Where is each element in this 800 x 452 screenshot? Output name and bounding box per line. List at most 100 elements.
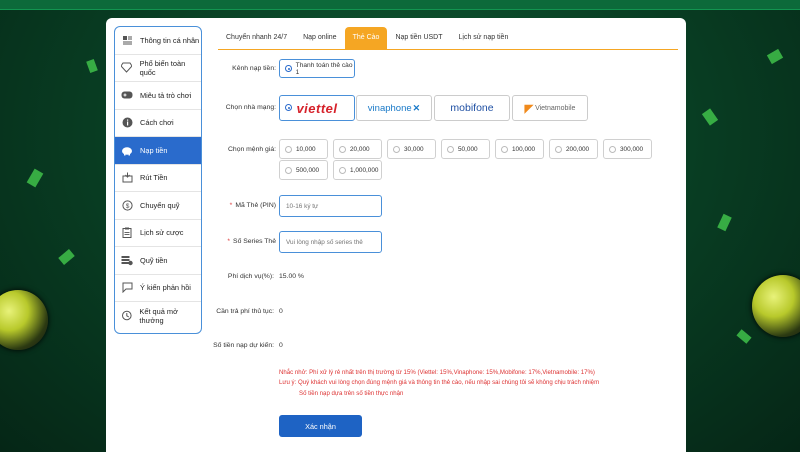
- sidebar-item-popular[interactable]: Phổ biến toàn quốc: [115, 55, 201, 82]
- amount-value: 300,000: [620, 145, 644, 153]
- sidebar-item-label: Cách chơi: [140, 118, 174, 128]
- sidebar-item-label: Thông tin cá nhân: [140, 35, 200, 45]
- radio-icon: [447, 145, 454, 153]
- sidebar-item-fund[interactable]: Quỹ tiền: [115, 247, 201, 275]
- sidebar-item-how-to-play[interactable]: Cách chơi: [115, 110, 201, 137]
- vietnamobile-mark-icon: ◤: [524, 102, 534, 115]
- amount-option[interactable]: 500,000: [279, 160, 328, 180]
- top-bar: [0, 0, 800, 10]
- sidebar-item-label: Rút Tiền: [140, 173, 168, 183]
- amount-value: 1,000,000: [350, 166, 379, 174]
- network-option-vinaphone[interactable]: vinaphone ✕: [356, 95, 432, 121]
- ball-decoration: [752, 275, 800, 337]
- required-mark: *: [229, 202, 233, 209]
- sidebar-item-label: Chuyển quỹ: [140, 200, 180, 210]
- viettel-logo: viettel: [296, 100, 338, 116]
- pin-label-text: Mã Thẻ (PIN): [235, 202, 276, 209]
- amount-value: 500,000: [296, 166, 320, 174]
- amount-value: 200,000: [566, 145, 590, 153]
- confetti-decoration: [736, 329, 752, 344]
- tab-scratch-card[interactable]: Thẻ Cào: [344, 27, 388, 49]
- deposit-tabs: Chuyển nhanh 24/7 Nạp online Thẻ Cào Nạp…: [218, 27, 516, 49]
- serial-label-text: Số Series Thẻ: [233, 238, 276, 245]
- sidebar-item-results[interactable]: Kết quả mở thưởng: [115, 302, 201, 330]
- vinaphone-signal-icon: ✕: [412, 102, 421, 113]
- sidebar-item-label: Kết quả mở thưởng: [139, 306, 178, 325]
- tab-underline: [218, 49, 678, 50]
- amount-option[interactable]: 50,000: [441, 139, 490, 159]
- radio-icon: [285, 145, 292, 153]
- confetti-decoration: [86, 58, 98, 74]
- piggy-bank-icon: [121, 144, 133, 156]
- sidebar-item-profile[interactable]: Thông tin cá nhân: [115, 27, 201, 55]
- amount-option[interactable]: 30,000: [387, 139, 436, 159]
- network-option-mobifone[interactable]: mobifone: [434, 95, 510, 121]
- channel-label: Kênh nạp tiền:: [232, 65, 276, 72]
- radio-selected-icon: [285, 104, 292, 111]
- tab-usdt-deposit[interactable]: Nạp tiền USDT: [387, 27, 450, 49]
- pin-input[interactable]: [279, 195, 382, 217]
- expected-amount-value: 0: [279, 342, 283, 349]
- deposit-notes: Nhắc nhở: Phí xử lý rẻ nhất trên thị trư…: [279, 368, 599, 399]
- amount-value: 100,000: [512, 145, 536, 153]
- network-option-vietnamobile[interactable]: ◤ Vietnamobile: [512, 95, 588, 121]
- history-icon: [121, 310, 132, 322]
- radio-selected-icon: [285, 65, 292, 72]
- confetti-decoration: [701, 108, 719, 126]
- svg-text:$: $: [125, 203, 129, 210]
- tab-fast-transfer[interactable]: Chuyển nhanh 24/7: [218, 27, 295, 49]
- amount-value: 50,000: [458, 145, 478, 153]
- radio-icon: [609, 145, 616, 153]
- amount-option[interactable]: 300,000: [603, 139, 652, 159]
- ball-decoration: [0, 290, 48, 350]
- vinaphone-logo: vinaphone: [367, 102, 412, 114]
- confirm-button[interactable]: Xác nhận: [279, 415, 362, 437]
- radio-icon: [285, 166, 292, 174]
- serial-label: * Số Series Thẻ: [210, 238, 276, 245]
- expected-amount-label: Số tiền nạp dự kiến:: [213, 342, 274, 349]
- serial-input[interactable]: [279, 231, 382, 253]
- network-option-viettel[interactable]: viettel: [279, 95, 355, 121]
- sidebar-item-transfer[interactable]: $ Chuyển quỹ: [115, 192, 201, 220]
- handling-fee-value: 0: [279, 308, 283, 315]
- network-label: Chọn nhà mạng:: [225, 104, 276, 111]
- sidebar-item-label: Quỹ tiền: [140, 255, 168, 265]
- sidebar-item-bet-history[interactable]: Lịch sử cược: [115, 220, 201, 247]
- feedback-icon: [121, 282, 133, 294]
- coin-icon: $: [121, 199, 133, 211]
- note-reminder: Nhắc nhở: Phí xử lý rẻ nhất trên thị trư…: [279, 369, 595, 376]
- sidebar-item-label: Phổ biến toàn quốc: [139, 58, 186, 77]
- tab-deposit-history[interactable]: Lịch sử nạp tiền: [451, 27, 517, 49]
- amount-option[interactable]: 100,000: [495, 139, 544, 159]
- amount-value: 20,000: [350, 145, 370, 153]
- sidebar-item-withdraw[interactable]: Rút Tiền: [115, 165, 201, 192]
- vietnamobile-logo: Vietnamobile: [535, 104, 576, 112]
- mobifone-logo: mobifone: [450, 102, 494, 114]
- fee-value: 15.00 %: [279, 273, 304, 280]
- amount-value: 10,000: [296, 145, 316, 153]
- clipboard-icon: [121, 227, 133, 239]
- amount-option[interactable]: 20,000: [333, 139, 382, 159]
- sidebar-item-label: Ý kiến phản hồi: [140, 283, 191, 293]
- confetti-decoration: [26, 168, 44, 188]
- money-stack-icon: [121, 254, 133, 266]
- handling-fee-label: Cần trả phí thủ tục:: [216, 308, 274, 315]
- sidebar-item-game-description[interactable]: Miêu tả trò chơi: [115, 82, 201, 110]
- amount-option[interactable]: 1,000,000: [333, 160, 382, 180]
- radio-icon: [339, 166, 346, 174]
- radio-icon: [339, 145, 346, 153]
- radio-icon: [501, 145, 508, 153]
- tab-online-deposit[interactable]: Nạp online: [295, 27, 344, 49]
- amount-option[interactable]: 10,000: [279, 139, 328, 159]
- channel-option[interactable]: Thanh toán thẻ cào 1: [279, 59, 355, 78]
- note-amount: Số tiền nạp dựa trên số tiền thực nhận: [299, 389, 404, 397]
- sidebar-item-deposit[interactable]: Nạp tiền: [115, 137, 201, 165]
- sidebar-item-label: Miêu tả trò chơi: [140, 90, 192, 100]
- pin-label: * Mã Thẻ (PIN): [210, 202, 276, 209]
- amount-option[interactable]: 200,000: [549, 139, 598, 159]
- account-sidebar: Thông tin cá nhân Phổ biến toàn quốc Miê…: [114, 26, 202, 334]
- sidebar-item-feedback[interactable]: Ý kiến phản hồi: [115, 275, 201, 302]
- confetti-decoration: [58, 249, 75, 265]
- diamond-icon: [121, 62, 133, 74]
- withdraw-icon: [121, 172, 133, 184]
